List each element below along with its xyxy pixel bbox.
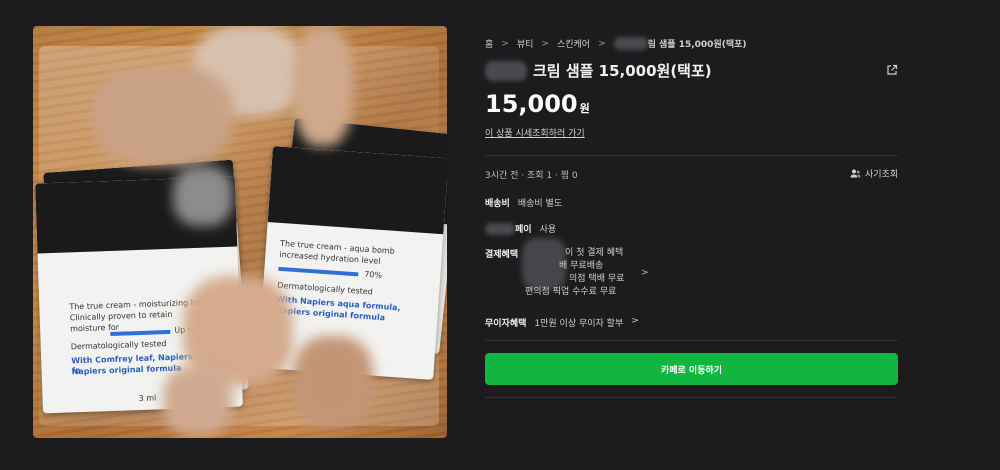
breadcrumb: 홈 > 뷰티 > 스킨케어 > 림 샘플 15,000원(택포) — [485, 37, 747, 50]
benefits-label: 결제혜택 — [485, 250, 519, 260]
title-redacted — [485, 60, 527, 81]
breadcrumb-separator: > — [541, 38, 549, 49]
breadcrumb-separator: > — [598, 38, 606, 49]
benefits-row: 결제혜택 — [485, 247, 518, 260]
post-meta: 3시간 전 · 조회 1 · 찜 0 — [485, 171, 578, 181]
fraud-check-button[interactable]: 사기조회 — [850, 167, 898, 180]
installment-label: 무이자혜택 — [485, 319, 527, 329]
breadcrumb-redacted — [613, 37, 648, 50]
pay-value: 사용 — [539, 225, 557, 235]
pay-row: 페이 사용 — [485, 222, 556, 235]
aqua-percent: 70% — [363, 269, 383, 281]
divider — [485, 340, 898, 341]
price-check-link[interactable]: 이 상품 시세조회하러 가기 — [485, 126, 585, 139]
installment-row[interactable]: 무이자혜택 1만원 이상 무이자 할부 > — [485, 316, 639, 329]
breadcrumb-beauty[interactable]: 뷰티 — [517, 37, 534, 50]
benefit-item: 편의점 픽업 수수료 무료 — [525, 287, 617, 297]
installment-value: 1만원 이상 무이자 할부 — [534, 319, 624, 329]
sachet-claim: Clinically proven to retain — [69, 309, 173, 323]
shipping-row: 배송비 배송비 별도 — [485, 196, 562, 209]
pay-label: 페이 — [515, 225, 532, 235]
product-photo[interactable]: The true cream - moisturizing bomb Clini… — [33, 26, 447, 438]
divider — [485, 155, 898, 156]
blur-patch — [163, 366, 233, 436]
breadcrumb-skincare[interactable]: 스킨케어 — [557, 37, 590, 50]
blur-patch — [293, 336, 373, 426]
divider — [485, 397, 898, 398]
pay-redacted — [485, 222, 515, 235]
breadcrumb-home[interactable]: 홈 — [485, 37, 493, 50]
sachet-tested: Dermatologically tested — [70, 339, 167, 352]
users-icon — [850, 169, 861, 178]
shipping-label: 배송비 — [485, 199, 510, 209]
go-to-cafe-button[interactable]: 카페로 이동하기 — [485, 353, 898, 385]
shipping-value: 배송비 별도 — [517, 199, 563, 209]
benefit-item: 의점 택배 무료 — [569, 274, 625, 284]
blur-patch — [93, 66, 233, 166]
title-row: 크림 샘플 15,000원(택포) — [485, 60, 712, 81]
benefits-chevron-icon[interactable]: > — [641, 268, 649, 278]
price: 15,000 원 — [485, 90, 590, 118]
blur-patch — [293, 26, 353, 146]
blur-patch — [173, 166, 233, 226]
installment-chevron-icon: > — [631, 316, 639, 326]
aqua-bar — [278, 266, 359, 277]
external-link-icon[interactable] — [886, 64, 898, 76]
sachet-volume: 3 ml — [138, 393, 157, 404]
breadcrumb-current: 림 샘플 15,000원(택포) — [647, 40, 747, 50]
benefit-item: 이 첫 결제 혜택 — [565, 248, 624, 258]
benefits-list[interactable]: 이 첫 결제 혜택 배 무료배송 의점 택배 무료 편의점 픽업 수수료 무료 — [525, 247, 624, 299]
benefit-item: 배 무료배송 — [559, 261, 604, 271]
price-value: 15,000 — [485, 90, 578, 118]
page-title: 크림 샘플 15,000원(택포) — [533, 62, 712, 80]
price-currency: 원 — [579, 102, 590, 115]
fraud-check-label: 사기조회 — [865, 170, 899, 180]
breadcrumb-separator: > — [501, 38, 509, 49]
sachet-bar — [110, 329, 171, 337]
